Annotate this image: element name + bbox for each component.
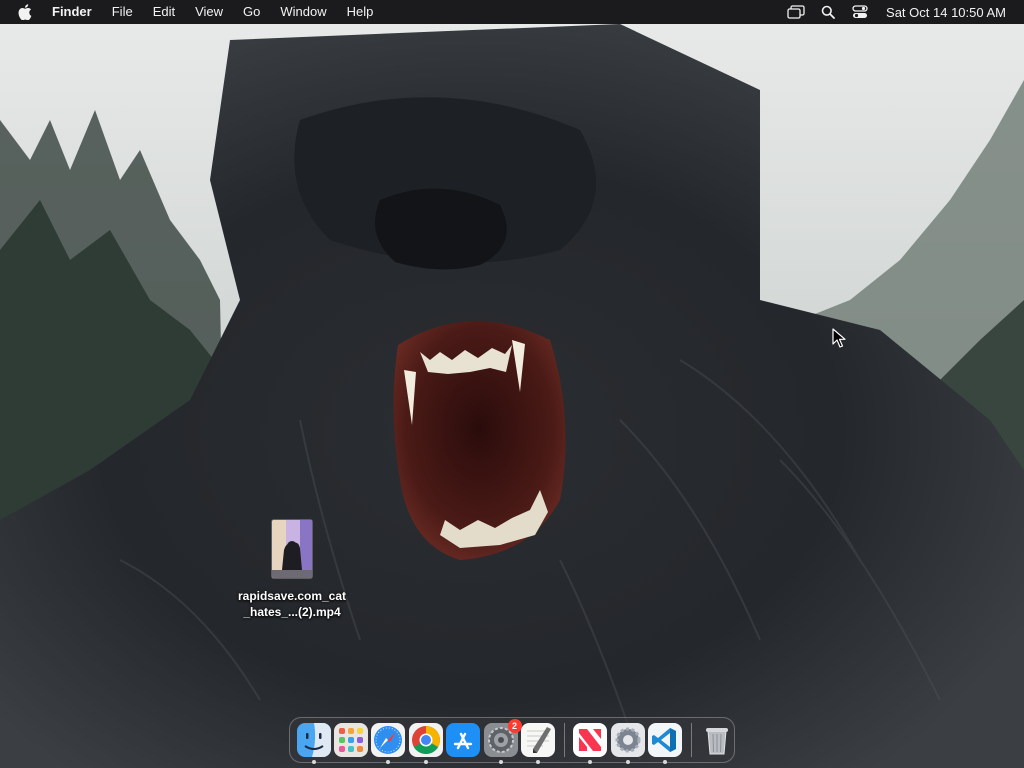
- menu-view[interactable]: View: [185, 0, 233, 24]
- launchpad-icon: [334, 723, 369, 757]
- file-name-label: rapidsave.com_cat _hates_...(2).mp4: [238, 588, 346, 620]
- desktop-wallpaper: [0, 0, 1024, 768]
- dock-app-app-store[interactable]: [446, 723, 481, 757]
- dock-app-system-settings[interactable]: 2: [483, 719, 522, 764]
- dock-separator: [690, 723, 692, 757]
- spotlight-search-icon[interactable]: [812, 0, 844, 24]
- dock-app-chrome[interactable]: [408, 723, 443, 764]
- menu-help[interactable]: Help: [337, 0, 384, 24]
- dock-app-vscode[interactable]: [648, 723, 683, 764]
- dock-app-finder[interactable]: [296, 723, 331, 764]
- running-indicator: [625, 760, 630, 764]
- menu-bar: Finder File Edit View Go Window Help Sat…: [0, 0, 1024, 24]
- gear-app-icon: [610, 723, 645, 757]
- desktop-file-video[interactable]: rapidsave.com_cat _hates_...(2).mp4: [228, 520, 356, 620]
- running-indicator: [498, 760, 503, 764]
- dock-app-textedit[interactable]: [520, 723, 555, 764]
- running-indicator: [311, 760, 316, 764]
- apple-menu-icon[interactable]: [0, 0, 42, 24]
- file-name-line-1: rapidsave.com_cat: [237, 589, 347, 603]
- menu-edit[interactable]: Edit: [143, 0, 185, 24]
- menu-app-name[interactable]: Finder: [42, 0, 102, 24]
- menu-window[interactable]: Window: [270, 0, 336, 24]
- video-thumbnail: [272, 520, 312, 578]
- app-store-icon: [446, 723, 481, 757]
- dock-app-news[interactable]: [573, 723, 608, 764]
- chrome-icon: [408, 723, 443, 757]
- news-icon: [573, 723, 608, 757]
- dock-separator: [563, 723, 565, 757]
- safari-icon: [371, 723, 406, 757]
- control-center-icon[interactable]: [844, 0, 876, 24]
- textedit-icon: [520, 723, 555, 757]
- dock: 2: [289, 717, 735, 764]
- dock-app-settings-utility[interactable]: [610, 723, 645, 764]
- file-name-line-2: _hates_...(2).mp4: [243, 605, 341, 619]
- trash-icon: [700, 723, 734, 757]
- dock-app-safari[interactable]: [371, 723, 406, 764]
- menu-go[interactable]: Go: [233, 0, 270, 24]
- screen-mirroring-icon[interactable]: [780, 0, 812, 24]
- notification-badge: 2: [507, 719, 522, 733]
- dock-app-launchpad[interactable]: [334, 723, 369, 757]
- running-indicator: [535, 760, 540, 764]
- finder-icon: [296, 723, 331, 757]
- vscode-icon: [648, 723, 683, 757]
- menu-clock[interactable]: Sat Oct 14 10:50 AM: [876, 5, 1006, 20]
- mouse-cursor-icon: [832, 328, 846, 348]
- menu-file[interactable]: File: [102, 0, 143, 24]
- running-indicator: [423, 760, 428, 764]
- dock-app-trash[interactable]: [700, 723, 734, 757]
